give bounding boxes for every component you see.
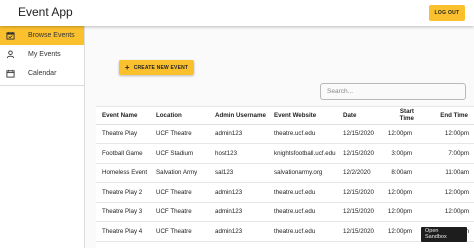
cell-admin-username: admin123 <box>215 202 274 222</box>
column-header-end-time[interactable]: End Time <box>432 107 474 125</box>
table-row[interactable]: Theatre Play UCF Theatre admin123 theatr… <box>96 124 474 144</box>
cell-admin-username: admin123 <box>215 182 274 203</box>
calendar-check-icon <box>6 31 15 40</box>
cell-event-website: theatre.ucf.edu <box>274 124 343 144</box>
table-row[interactable]: Theatre Play 3 UCF Theatre admin123 thea… <box>96 202 474 222</box>
cell-event-name: Theatre Play 2 <box>96 182 156 203</box>
create-new-event-label: CREATE NEW EVENT <box>133 64 189 71</box>
cell-start-time: 12:00pm <box>387 124 432 144</box>
plus-icon: + <box>124 62 130 72</box>
cell-admin-username: sal123 <box>215 163 274 183</box>
sidebar: Browse Events My Events Calendar <box>0 26 85 248</box>
cell-end-time: 12:00pm <box>432 182 474 203</box>
cell-event-website: theatre.ucf.edu <box>274 202 343 222</box>
column-header-date[interactable]: Date <box>343 107 387 125</box>
table-row[interactable]: Football Game UCF Stadium host123 knight… <box>96 143 474 164</box>
open-sandbox-badge[interactable]: Open Sandbox <box>421 227 467 242</box>
cell-start-time: 8:00am <box>387 163 432 183</box>
sidebar-item-my-events[interactable]: My Events <box>0 45 84 64</box>
app-title: Event App <box>18 5 73 19</box>
cell-event-website: knightsfootball.ucf.edu <box>274 143 343 164</box>
cell-start-time: 12:00pm <box>387 182 432 203</box>
column-header-admin-username[interactable]: Admin Username <box>215 107 274 125</box>
cell-location: UCF Theatre <box>156 202 215 222</box>
table-row[interactable]: Homeless Event Salvation Army sal123 sal… <box>96 163 474 183</box>
cell-date: 12/2/2020 <box>343 163 387 183</box>
cell-event-name: Homeless Event <box>96 163 156 183</box>
sidebar-item-label: Browse Events <box>28 32 75 39</box>
cell-admin-username: host123 <box>215 143 274 164</box>
cell-event-name: Football Game <box>96 143 156 164</box>
calendar-icon <box>6 69 15 78</box>
search-input[interactable] <box>320 83 466 100</box>
cell-event-website: theatre.ucf.edu <box>274 182 343 203</box>
sidebar-item-label: Calendar <box>28 70 57 77</box>
app-bar: Event App LOG OUT <box>0 0 474 26</box>
cell-date: 12/15/2020 <box>343 124 387 144</box>
sidebar-item-label: My Events <box>28 51 61 58</box>
cell-end-time: 11:00am <box>432 163 474 183</box>
create-new-event-button[interactable]: + CREATE NEW EVENT <box>119 60 194 75</box>
cell-event-name: Theatre Play 4 <box>96 221 156 242</box>
sidebar-item-calendar[interactable]: Calendar <box>0 64 84 83</box>
badge-line-2: Sandbox <box>425 234 447 240</box>
cell-location: UCF Theatre <box>156 182 215 203</box>
cell-event-name: Theatre Play <box>96 124 156 144</box>
cell-date: 12/15/2020 <box>343 202 387 222</box>
cell-end-time: 12:00pm <box>432 124 474 144</box>
cell-event-website: salvationarmy.org <box>274 163 343 183</box>
table-row[interactable]: Theatre Play 2 UCF Theatre admin123 thea… <box>96 182 474 203</box>
cell-event-name: Theatre Play 3 <box>96 202 156 222</box>
table-header-row: Event Name Location Admin Username Event… <box>96 107 474 125</box>
cell-location: UCF Theatre <box>156 124 215 144</box>
events-table: Event Name Location Admin Username Event… <box>96 106 474 248</box>
cell-end-time: 7:00pm <box>432 143 474 164</box>
cell-start-time: 3:00pm <box>387 143 432 164</box>
cell-end-time: 12:00pm <box>432 202 474 222</box>
logout-button[interactable]: LOG OUT <box>429 5 465 21</box>
cell-location: UCF Theatre <box>156 221 215 242</box>
cell-date: 12/15/2020 <box>343 143 387 164</box>
cell-start-time: 12:00pm <box>387 202 432 222</box>
cell-location: UCF Stadium <box>156 143 215 164</box>
cell-date: 12/15/2020 <box>343 182 387 203</box>
column-header-location[interactable]: Location <box>156 107 215 125</box>
cell-date: 12/15/2020 <box>343 221 387 242</box>
table-row[interactable]: Theatre Play 4 UCF Theatre admin123 thea… <box>96 221 474 242</box>
cell-event-website: theatre.ucf.edu <box>274 221 343 242</box>
sidebar-item-browse-events[interactable]: Browse Events <box>0 26 84 45</box>
person-icon <box>6 50 15 59</box>
column-header-event-name[interactable]: Event Name <box>96 107 156 125</box>
cell-location: Salvation Army <box>156 163 215 183</box>
sidebar-divider <box>0 85 84 86</box>
cell-admin-username: admin123 <box>215 124 274 144</box>
column-header-start-time[interactable]: Start Time <box>387 107 432 125</box>
column-header-event-website[interactable]: Event Website <box>274 107 343 125</box>
cell-admin-username: admin123 <box>215 221 274 242</box>
